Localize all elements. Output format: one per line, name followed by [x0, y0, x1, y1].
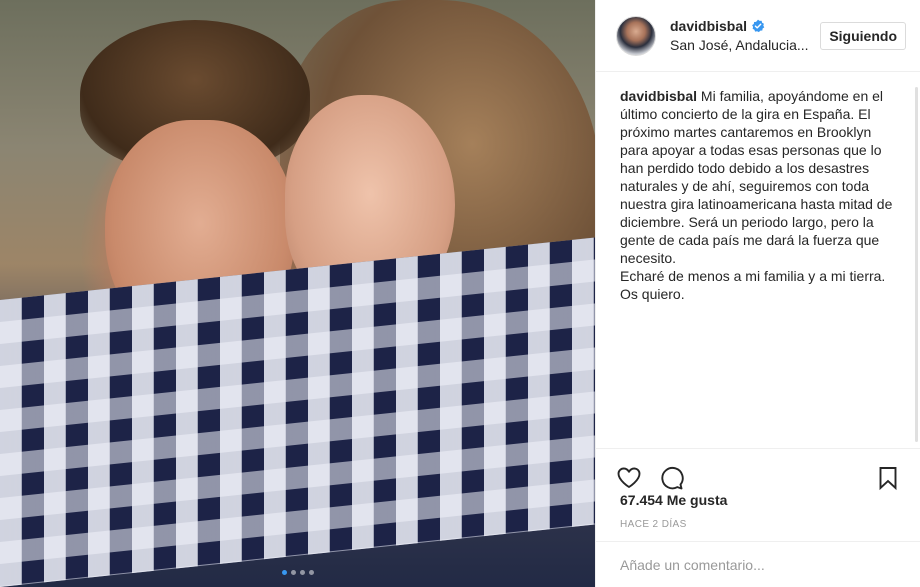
carousel-dot: [299, 570, 305, 575]
username-row: davidbisbal: [670, 18, 814, 34]
caption-username-link[interactable]: davidbisbal: [620, 88, 697, 104]
carousel-dot: [308, 570, 314, 575]
photo-region-plaid-shirts: [0, 237, 595, 587]
post-side-panel: davidbisbal San José, Andalucia... Sigui…: [595, 0, 920, 587]
comment-bubble-icon[interactable]: [658, 465, 684, 491]
heart-icon[interactable]: [616, 465, 642, 491]
post-header: davidbisbal San José, Andalucia... Sigui…: [596, 0, 920, 72]
verified-badge-icon: [752, 19, 765, 33]
caption-text: Mi familia, apoyándome en el último conc…: [620, 88, 893, 302]
header-text: davidbisbal San José, Andalucia...: [670, 18, 814, 53]
avatar[interactable]: [616, 15, 656, 56]
caption-area: davidbisbal Mi familia, apoyándome en el…: [596, 73, 920, 448]
action-bar: [596, 448, 920, 496]
carousel-dot: [290, 570, 296, 575]
post-timestamp[interactable]: HACE 2 DÍAS: [620, 519, 687, 530]
location-link[interactable]: San José, Andalucia...: [670, 37, 814, 53]
bookmark-icon[interactable]: [875, 465, 901, 491]
post-photo[interactable]: [0, 0, 595, 587]
caption: davidbisbal Mi familia, apoyándome en el…: [620, 87, 897, 303]
comment-box: [596, 541, 920, 587]
following-button[interactable]: Siguiendo: [820, 21, 906, 50]
caption-scrollbar[interactable]: [915, 87, 918, 442]
username-link[interactable]: davidbisbal: [670, 18, 747, 34]
carousel-dot: [281, 570, 287, 575]
carousel-indicator: [0, 568, 595, 577]
comment-input[interactable]: [620, 556, 897, 573]
likes-count[interactable]: 67.454 Me gusta: [620, 492, 727, 508]
